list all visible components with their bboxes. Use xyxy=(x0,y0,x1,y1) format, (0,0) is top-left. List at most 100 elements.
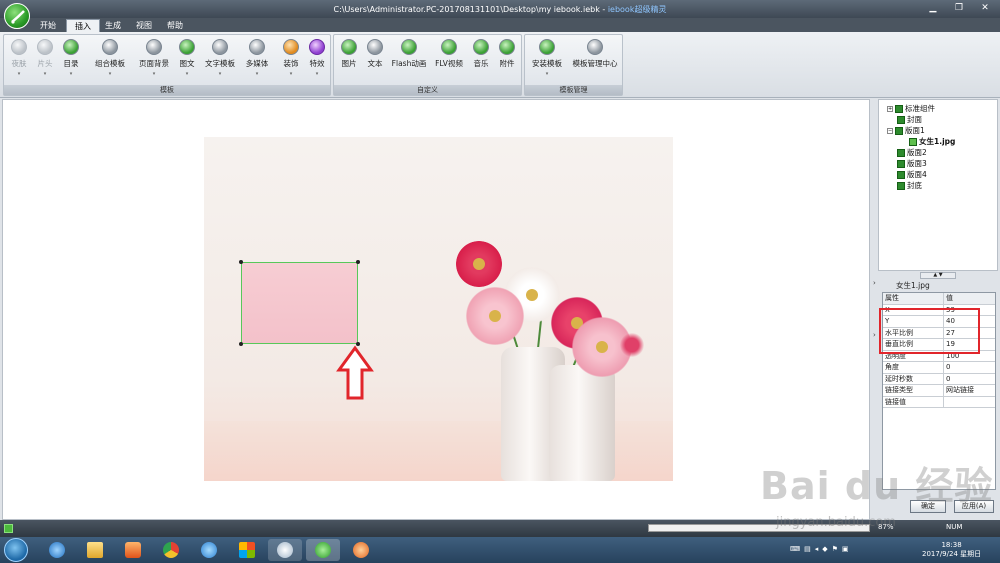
combo-template-button[interactable]: 组合模板 ▾ xyxy=(90,39,130,77)
property-header-row: 属性 值 xyxy=(883,293,995,305)
image-icon xyxy=(909,137,917,146)
tab-generate[interactable]: 生成 xyxy=(97,19,129,32)
image-text-button[interactable]: 图文 ▾ xyxy=(176,39,198,77)
tree-item-back-cover[interactable]: 封底 xyxy=(897,180,922,191)
multimedia-button[interactable]: 多媒体 ▾ xyxy=(242,39,272,77)
window-title-path: C:\Users\Administrator.PC-201708131101\D… xyxy=(333,5,600,14)
tree-item-standard[interactable]: + 标准组件 xyxy=(887,103,935,114)
page-icon xyxy=(897,181,905,190)
right-panel: + 标准组件 封面 − 版面1 女生1.jpg 版面2 版面3 版面4 封底 ▲ ▼… xyxy=(872,99,1000,520)
tab-insert[interactable]: 插入 xyxy=(66,19,100,32)
tray-volume-icon[interactable]: ◂ xyxy=(815,545,819,553)
tree-item-layout3[interactable]: 版面3 xyxy=(897,158,927,169)
side-expand-icon[interactable]: › xyxy=(873,279,876,287)
ribbon: 夜肤 ▾ 片头 ▾ 目录 ▾ 组合模板 ▾ 页面背景 ▾ 图文 ▾ 文字模板 ▾… xyxy=(0,32,1000,98)
property-row-delay[interactable]: 延时秒数 0 xyxy=(883,373,995,385)
window-title: C:\Users\Administrator.PC-201708131101\D… xyxy=(0,4,1000,15)
multimedia-icon xyxy=(249,39,265,55)
selected-image-girl[interactable] xyxy=(241,262,358,344)
image-text-icon xyxy=(179,39,195,55)
music-button[interactable]: 音乐 xyxy=(470,39,492,69)
start-button[interactable] xyxy=(4,538,28,562)
apply-button[interactable]: 应用(A) xyxy=(954,500,994,513)
status-bar: 87% NUM xyxy=(0,520,1000,537)
toc-button[interactable]: 目录 ▾ xyxy=(60,39,82,77)
picture-button[interactable]: 图片 xyxy=(338,39,360,69)
taskbar-media-icon[interactable] xyxy=(116,539,150,561)
tree-item-layout2[interactable]: 版面2 xyxy=(897,147,927,158)
resize-handle-bl[interactable] xyxy=(239,342,243,346)
page-background-button[interactable]: 页面背景 ▾ xyxy=(136,39,172,77)
side-expand-icon-2[interactable]: › xyxy=(873,331,876,339)
taskbar-paint-icon[interactable] xyxy=(268,539,302,561)
property-row-link-value[interactable]: 链接值 xyxy=(883,396,995,408)
highlight-box xyxy=(879,308,980,354)
tray-keyboard-icon[interactable]: ⌨ xyxy=(790,545,800,553)
taskbar-store-icon[interactable] xyxy=(230,539,264,561)
picture-icon xyxy=(341,39,357,55)
num-lock-indicator: NUM xyxy=(946,523,963,531)
page-icon xyxy=(897,170,905,179)
resize-handle-tr[interactable] xyxy=(356,260,360,264)
template-center-button[interactable]: 模板管理中心 xyxy=(569,39,621,69)
window-title-sep: - xyxy=(599,5,608,14)
taskbar-chrome-icon[interactable] xyxy=(154,539,188,561)
panel-splitter[interactable]: ▲ ▼ xyxy=(920,272,956,279)
decoration-button[interactable]: 装饰 ▾ xyxy=(280,39,302,77)
group-label-template: 模板 xyxy=(4,85,330,95)
taskbar-ie-icon[interactable] xyxy=(40,539,74,561)
tree-item-image[interactable]: 女生1.jpg xyxy=(909,136,955,147)
taskbar-app-orange-icon[interactable] xyxy=(344,539,378,561)
tree-item-layout4[interactable]: 版面4 xyxy=(897,169,927,180)
page-tree[interactable]: + 标准组件 封面 − 版面1 女生1.jpg 版面2 版面3 版面4 封底 xyxy=(878,99,998,271)
taskbar-ie2-icon[interactable] xyxy=(192,539,226,561)
page-background-icon xyxy=(146,39,162,55)
tray-monitor-icon[interactable]: ▣ xyxy=(842,545,849,553)
collapse-toggle[interactable]: − xyxy=(887,127,893,134)
flv-video-button[interactable]: FLV视频 xyxy=(432,39,466,69)
tree-item-layout1[interactable]: − 版面1 xyxy=(887,125,925,136)
tray-flag-icon[interactable]: ⚑ xyxy=(832,545,838,553)
tab-start[interactable]: 开始 xyxy=(32,19,64,32)
attachment-button[interactable]: 附件 xyxy=(496,39,518,69)
text-icon xyxy=(367,39,383,55)
flower-pink xyxy=(466,287,524,345)
zoom-slider[interactable] xyxy=(648,524,870,532)
tree-item-cover[interactable]: 封面 xyxy=(897,114,922,125)
intro-button[interactable]: 片头 ▾ xyxy=(34,39,56,77)
clock-time: 18:38 xyxy=(941,541,962,549)
tab-view[interactable]: 视图 xyxy=(128,19,160,32)
expand-toggle[interactable]: + xyxy=(887,105,893,112)
minimize-button[interactable]: ▁ xyxy=(924,2,942,15)
skin-button[interactable]: 夜肤 ▾ xyxy=(8,39,30,77)
install-template-button[interactable]: 安装模板 ▾ xyxy=(529,39,565,77)
attachment-icon xyxy=(499,39,515,55)
ok-button[interactable]: 确定 xyxy=(910,500,946,513)
property-row-angle[interactable]: 角度 0 xyxy=(883,362,995,374)
restore-button[interactable]: ❐ xyxy=(950,2,968,15)
vase-short xyxy=(549,365,615,481)
editor-canvas[interactable] xyxy=(2,99,870,520)
effects-button[interactable]: 特效 ▾ xyxy=(306,39,328,77)
tab-help[interactable]: 帮助 xyxy=(159,19,191,32)
taskbar: ⌨ ▤ ◂ ◆ ⚑ ▣ 18:38 2017/9/24 星期日 xyxy=(0,537,1000,563)
property-row-link-type[interactable]: 链接类型 网站链接 xyxy=(883,385,995,397)
template-center-icon xyxy=(587,39,603,55)
taskbar-iebook-icon[interactable] xyxy=(306,539,340,561)
text-button[interactable]: 文本 xyxy=(364,39,386,69)
flv-video-icon xyxy=(441,39,457,55)
skin-icon xyxy=(11,39,27,55)
tray-network-icon[interactable]: ▤ xyxy=(804,545,811,553)
resize-handle-tl[interactable] xyxy=(239,260,243,264)
tray-shield-icon[interactable]: ◆ xyxy=(822,545,827,553)
taskbar-clock[interactable]: 18:38 2017/9/24 星期日 xyxy=(922,541,981,559)
app-logo-icon[interactable] xyxy=(4,3,30,29)
text-template-button[interactable]: 文字模板 ▾ xyxy=(202,39,238,77)
taskbar-explorer-icon[interactable] xyxy=(78,539,112,561)
flash-button[interactable]: Flash动画 xyxy=(390,39,428,69)
toc-icon xyxy=(63,39,79,55)
window-controls: ▁ ❐ ✕ xyxy=(924,2,994,15)
group-label-template-manage: 模板管理 xyxy=(525,85,622,95)
flower-bud xyxy=(620,333,644,357)
close-button[interactable]: ✕ xyxy=(976,2,994,15)
